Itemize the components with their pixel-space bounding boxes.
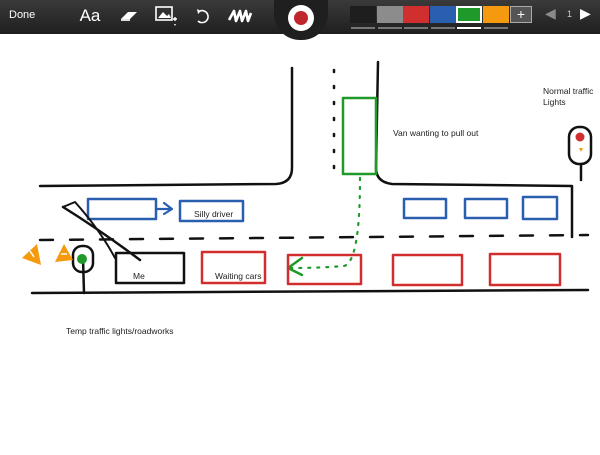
blue-car-1 <box>86 197 158 221</box>
blue-car-3 <box>402 197 448 220</box>
red-car-3 <box>391 253 464 287</box>
temp-lights-label: Temp traffic lights/roadworks <box>66 326 174 336</box>
top-toolbar: Done Aa + ◀ 1 ▶ <box>0 0 600 40</box>
color-swatch-black[interactable] <box>350 6 376 23</box>
me-label: Me <box>133 271 145 281</box>
sketch <box>22 60 593 295</box>
scribble-clear-icon[interactable] <box>227 4 253 28</box>
red-car-4 <box>488 252 562 287</box>
color-swatch-orange[interactable] <box>482 6 509 23</box>
color-swatch-green[interactable] <box>456 6 482 23</box>
insert-image-icon[interactable] <box>155 4 179 28</box>
normal-lights-label-line2: Lights <box>543 97 566 107</box>
color-swatch-underline <box>483 27 508 29</box>
van-arrow-head <box>286 256 304 277</box>
color-swatch-underline <box>351 27 375 29</box>
record-icon <box>294 11 308 25</box>
traffic-cone-icon <box>22 244 41 265</box>
center-lane-line <box>38 233 590 242</box>
blue-car-5 <box>521 195 559 221</box>
side-road-left-curb <box>38 66 294 188</box>
color-swatch-red[interactable] <box>403 6 429 23</box>
my-car <box>114 251 186 285</box>
page-number: 1 <box>567 9 573 19</box>
van-shape <box>341 96 378 176</box>
red-light-icon <box>575 132 585 142</box>
eraser-icon[interactable] <box>118 4 140 28</box>
drawing-canvas[interactable]: Van wanting to pull out Normal traffic L… <box>0 34 600 450</box>
text-tool-button[interactable]: Aa <box>79 4 101 28</box>
color-swatch-underline <box>404 27 428 29</box>
waiting-cars-label: Waiting cars <box>215 271 262 281</box>
silly-driver-label: Silly driver <box>194 209 234 219</box>
done-button[interactable]: Done <box>9 9 35 21</box>
color-swatch-gray[interactable] <box>376 6 403 23</box>
color-swatch-underline <box>430 27 455 29</box>
amber-light-icon <box>579 148 583 152</box>
next-page-icon[interactable]: ▶ <box>580 5 591 22</box>
undo-icon[interactable] <box>193 4 211 28</box>
van-label: Van wanting to pull out <box>393 128 479 138</box>
add-color-button[interactable]: + <box>510 6 532 23</box>
traffic-cone-icon <box>55 244 73 262</box>
color-swatch-underline <box>377 27 402 29</box>
color-swatch-underline <box>457 27 481 29</box>
green-light-icon <box>77 254 87 264</box>
color-swatch-blue[interactable] <box>429 6 456 23</box>
previous-page-icon[interactable]: ◀ <box>545 5 556 22</box>
normal-lights-label-line1: Normal traffic <box>543 86 594 96</box>
bottom-curb <box>30 288 590 295</box>
record-button[interactable] <box>288 5 314 31</box>
blue-car-4 <box>463 197 509 220</box>
blue-car-1-arrow <box>154 201 174 216</box>
